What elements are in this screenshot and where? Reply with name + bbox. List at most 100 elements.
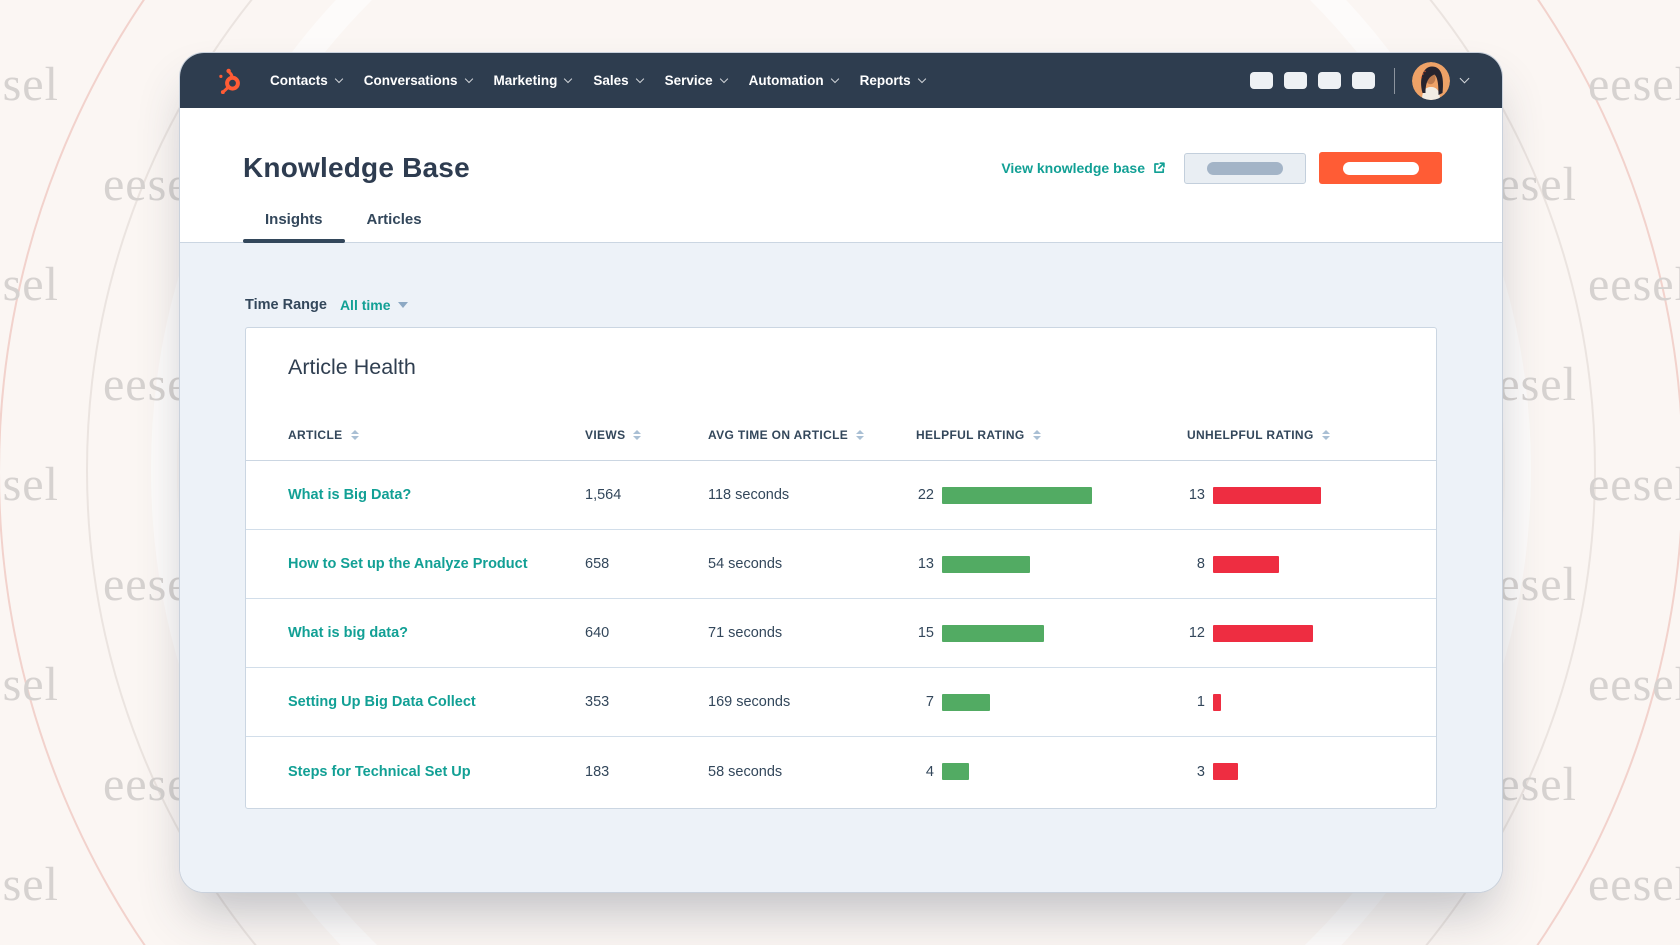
background-watermark: eesel xyxy=(0,57,59,112)
column-header-unhelpful-rating[interactable]: UNHELPFUL RATING xyxy=(1187,428,1436,442)
article-link[interactable]: How to Set up the Analyze Product xyxy=(288,556,528,572)
chevron-down-icon xyxy=(719,75,727,83)
avg-time-value: 58 seconds xyxy=(708,764,916,780)
redacted-label-pill xyxy=(1207,162,1283,175)
hubspot-logo-icon[interactable] xyxy=(216,67,243,94)
article-cell: Steps for Technical Set Up xyxy=(288,764,585,780)
helpful-rating-bar xyxy=(942,556,1030,573)
nav-item-automation[interactable]: Automation xyxy=(738,67,849,94)
table-row: Setting Up Big Data Collect 353169 second… xyxy=(246,668,1436,737)
article-link[interactable]: Setting Up Big Data Collect xyxy=(288,694,476,710)
nav-item-label: Conversations xyxy=(364,73,458,88)
nav-item-label: Automation xyxy=(749,73,824,88)
unhelpful-rating-value: 13 xyxy=(1187,487,1205,503)
table-body: What is Big Data?1,564118 seconds2213How… xyxy=(246,461,1436,806)
sort-icon[interactable] xyxy=(1033,430,1041,440)
helpful-rating-value: 7 xyxy=(916,694,934,710)
nav-item-label: Reports xyxy=(860,73,911,88)
unhelpful-rating-cell: 3 xyxy=(1187,763,1436,780)
background-watermark: eesel xyxy=(0,457,59,512)
unhelpful-rating-value: 8 xyxy=(1187,556,1205,572)
article-cell: What is big data? xyxy=(288,625,585,641)
nav-item-service[interactable]: Service xyxy=(654,67,738,94)
column-label: UNHELPFUL RATING xyxy=(1187,428,1314,442)
article-link[interactable]: What is Big Data? xyxy=(288,487,411,503)
chevron-down-icon xyxy=(917,75,925,83)
avatar-chevron-down-icon[interactable] xyxy=(1460,74,1470,84)
article-link[interactable]: Steps for Technical Set Up xyxy=(288,764,471,780)
nav-item-label: Contacts xyxy=(270,73,328,88)
article-cell: Setting Up Big Data Collect xyxy=(288,694,585,710)
sort-icon[interactable] xyxy=(633,430,641,440)
view-knowledge-base-link[interactable]: View knowledge base xyxy=(1001,160,1166,176)
table-row: Steps for Technical Set Up 18358 seconds4… xyxy=(246,737,1436,806)
nav-icon-placeholder[interactable] xyxy=(1250,72,1273,89)
nav-menu: Contacts Conversations Marketing Sales Servi… xyxy=(259,67,936,94)
sort-icon[interactable] xyxy=(856,430,864,440)
table-row: What is big data?64071 seconds1512 xyxy=(246,599,1436,668)
article-cell: How to Set up the Analyze Product xyxy=(288,556,585,572)
card-title: Article Health xyxy=(288,355,1436,380)
chevron-down-icon xyxy=(830,75,838,83)
article-link[interactable]: What is big data? xyxy=(288,625,408,641)
article-health-card: Article Health ARTICLEVIEWS AVG TIME ON A… xyxy=(245,327,1437,809)
views-value: 658 xyxy=(585,556,708,572)
main-content: Time Range All time Article Health ARTIC… xyxy=(180,243,1502,892)
helpful-rating-cell: 7 xyxy=(916,694,1187,711)
tab-insights[interactable]: Insights xyxy=(243,211,345,242)
primary-button-redacted[interactable] xyxy=(1319,152,1442,184)
unhelpful-rating-cell: 13 xyxy=(1187,487,1436,504)
helpful-rating-value: 15 xyxy=(916,625,934,641)
background-watermark: eesel xyxy=(1588,457,1680,512)
chevron-down-icon xyxy=(564,75,572,83)
column-header-helpful-rating[interactable]: HELPFUL RATING xyxy=(916,428,1187,442)
column-label: VIEWS xyxy=(585,428,625,442)
unhelpful-rating-bar xyxy=(1213,694,1221,711)
helpful-rating-value: 4 xyxy=(916,764,934,780)
background-watermark: eesel xyxy=(1588,857,1680,912)
sort-icon[interactable] xyxy=(1322,430,1330,440)
nav-item-marketing[interactable]: Marketing xyxy=(483,67,583,94)
avg-time-value: 71 seconds xyxy=(708,625,916,641)
app-window: Contacts Conversations Marketing Sales Servi… xyxy=(180,53,1502,892)
page-title: Knowledge Base xyxy=(243,152,470,184)
avg-time-value: 169 seconds xyxy=(708,694,916,710)
nav-icon-placeholder[interactable] xyxy=(1352,72,1375,89)
views-value: 353 xyxy=(585,694,708,710)
unhelpful-rating-cell: 8 xyxy=(1187,556,1436,573)
column-header-views[interactable]: VIEWS xyxy=(585,428,708,442)
column-header-article[interactable]: ARTICLE xyxy=(288,428,585,442)
time-range-value[interactable]: All time xyxy=(340,297,391,313)
view-knowledge-base-label: View knowledge base xyxy=(1001,160,1145,176)
unhelpful-rating-cell: 1 xyxy=(1187,694,1436,711)
secondary-button-redacted[interactable] xyxy=(1184,153,1306,184)
helpful-rating-bar xyxy=(942,763,969,780)
table-row: What is Big Data?1,564118 seconds2213 xyxy=(246,461,1436,530)
nav-item-label: Sales xyxy=(593,73,628,88)
external-link-icon xyxy=(1152,161,1166,175)
nav-icon-placeholder[interactable] xyxy=(1318,72,1341,89)
page: { "page": { "watermark_text": "eesel" },… xyxy=(0,0,1680,945)
tab-articles[interactable]: Articles xyxy=(345,211,444,242)
user-avatar[interactable] xyxy=(1412,62,1450,100)
nav-item-reports[interactable]: Reports xyxy=(849,67,936,94)
chevron-down-icon xyxy=(464,75,472,83)
redacted-label-pill xyxy=(1343,162,1419,175)
nav-item-sales[interactable]: Sales xyxy=(582,67,653,94)
background-watermark: eesel xyxy=(1588,257,1680,312)
column-header-avg-time-on-article[interactable]: AVG TIME ON ARTICLE xyxy=(708,428,916,442)
views-value: 183 xyxy=(585,764,708,780)
views-value: 1,564 xyxy=(585,487,708,503)
unhelpful-rating-bar xyxy=(1213,625,1313,642)
nav-icon-placeholder[interactable] xyxy=(1284,72,1307,89)
sort-icon[interactable] xyxy=(351,430,359,440)
unhelpful-rating-bar xyxy=(1213,763,1238,780)
nav-item-label: Service xyxy=(665,73,713,88)
time-range-caret-icon[interactable] xyxy=(398,302,408,308)
top-nav: Contacts Conversations Marketing Sales Servi… xyxy=(180,53,1502,108)
unhelpful-rating-bar xyxy=(1213,487,1321,504)
helpful-rating-value: 22 xyxy=(916,487,934,503)
nav-item-conversations[interactable]: Conversations xyxy=(353,67,483,94)
nav-item-contacts[interactable]: Contacts xyxy=(259,67,353,94)
time-range-filter: Time Range All time xyxy=(245,297,1502,313)
